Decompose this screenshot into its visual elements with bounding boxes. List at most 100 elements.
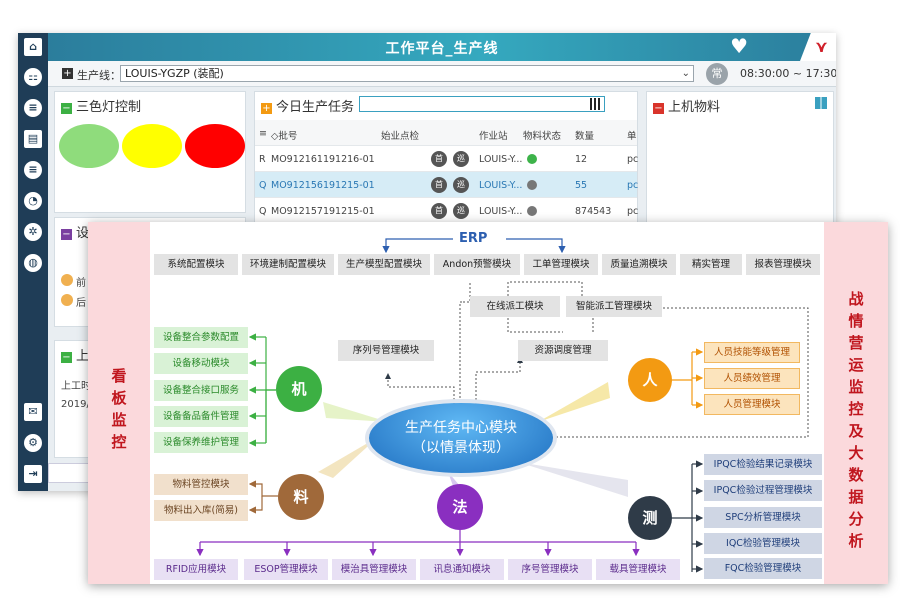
- person-module[interactable]: 人员管理模块: [704, 394, 800, 415]
- book-icon[interactable]: ▤: [24, 130, 42, 148]
- measure-module[interactable]: SPC分析管理模块: [704, 507, 822, 528]
- row-unit: pc: [627, 180, 639, 191]
- settings-item[interactable]: 前: [61, 274, 86, 289]
- sort-icon[interactable]: ≡: [259, 128, 267, 139]
- top-module[interactable]: Andon预警模块: [434, 254, 520, 275]
- production-line-value: LOUIS-YGZP (装配): [125, 67, 224, 80]
- table-row[interactable]: Q MO912156191215-01 首 巡 LOUIS-Y... 55 pc: [255, 172, 639, 198]
- table-row[interactable]: Q MO912157191215-01 首 巡 LOUIS-Y... 87454…: [255, 198, 638, 224]
- top-module[interactable]: 报表管理模块: [746, 254, 820, 275]
- material-status-dot: [527, 180, 537, 190]
- task-panel-title: + 今日生产任务: [261, 100, 355, 115]
- grid-icon[interactable]: ⚏: [24, 68, 42, 86]
- machine-node[interactable]: 机: [276, 366, 322, 412]
- logout-icon[interactable]: ⇥: [24, 465, 42, 483]
- production-line-select[interactable]: LOUIS-YGZP (装配) ⌄: [120, 65, 694, 82]
- layout-grid-icon[interactable]: [815, 97, 827, 109]
- resource-dispatch-module[interactable]: 资源调度管理: [518, 340, 608, 361]
- material-panel-title: − 上机物料: [653, 100, 721, 115]
- mail-icon[interactable]: ✉: [24, 403, 42, 421]
- erp-label: ERP: [459, 231, 488, 246]
- production-line-bar: + 生产线： LOUIS-YGZP (装配) ⌄ 常 08:30:00 ~ 17…: [48, 61, 836, 87]
- material-node[interactable]: 料: [278, 474, 324, 520]
- method-module[interactable]: ESOP管理模块: [244, 559, 328, 580]
- method-module[interactable]: 载具管理模块: [596, 559, 680, 580]
- patrol-check-button[interactable]: 巡: [453, 203, 469, 219]
- upper-panel-title: − 上: [61, 349, 90, 364]
- clock-icon[interactable]: ◔: [24, 192, 42, 210]
- method-module[interactable]: 序号管理模块: [508, 559, 592, 580]
- person-module[interactable]: 人员绩效管理: [704, 368, 800, 389]
- war-room-label: 战情营运监控及大数据分析: [848, 290, 864, 550]
- col-header[interactable]: 始业点检: [381, 128, 419, 142]
- qr-code-icon[interactable]: [590, 98, 602, 110]
- task-search-input[interactable]: [359, 96, 605, 112]
- method-node[interactable]: 法: [437, 484, 483, 530]
- top-module[interactable]: 系统配置模块: [154, 254, 238, 275]
- top-module[interactable]: 生产模型配置模块: [338, 254, 430, 275]
- method-module[interactable]: 讯息通知模块: [420, 559, 504, 580]
- table-row[interactable]: R MO912161191216-01 首 巡 LOUIS-Y... 12 pc: [255, 146, 638, 172]
- measure-module[interactable]: IPQC检验过程管理模块: [704, 480, 822, 501]
- top-module[interactable]: 精实管理: [680, 254, 742, 275]
- first-check-button[interactable]: 首: [431, 151, 447, 167]
- serial-number-module[interactable]: 序列号管理模块: [338, 340, 434, 361]
- list-icon[interactable]: ≡: [24, 99, 42, 117]
- collapse-icon[interactable]: −: [61, 103, 72, 114]
- method-module[interactable]: 模治具管理模块: [332, 559, 416, 580]
- col-header[interactable]: 数量: [575, 128, 594, 142]
- shift-badge[interactable]: 常: [706, 63, 728, 85]
- col-header[interactable]: 物料状态: [523, 128, 561, 142]
- production-task-center[interactable]: 生产任务中心模块 （以情景体现）: [369, 403, 553, 473]
- row-qty: 12: [575, 154, 588, 165]
- machine-module[interactable]: 设备整合参数配置: [154, 327, 248, 348]
- measure-module[interactable]: IPQC检验结果记录模块: [704, 454, 822, 475]
- plus-icon[interactable]: +: [62, 68, 73, 79]
- collapse-icon[interactable]: −: [653, 103, 664, 114]
- top-module[interactable]: 工单管理模块: [524, 254, 598, 275]
- first-check-button[interactable]: 首: [431, 203, 447, 219]
- settings-item[interactable]: 后: [61, 294, 86, 309]
- collapse-icon[interactable]: −: [61, 352, 72, 363]
- machine-module[interactable]: 设备移动模块: [154, 353, 248, 374]
- measure-module[interactable]: FQC检验管理模块: [704, 558, 822, 579]
- material-module[interactable]: 物料管控模块: [154, 474, 248, 495]
- machine-module[interactable]: 设备备品备件管理: [154, 406, 248, 427]
- smart-dispatch-module[interactable]: 智能派工管理模块: [566, 296, 662, 317]
- measure-node[interactable]: 测: [628, 496, 672, 540]
- person-node[interactable]: 人: [628, 358, 672, 402]
- top-module[interactable]: 环境建制配置模块: [242, 254, 334, 275]
- badge-icon: [61, 294, 73, 306]
- gear-icon[interactable]: ✲: [24, 223, 42, 241]
- green-lamp[interactable]: [59, 124, 119, 168]
- method-module[interactable]: RFID应用模块: [154, 559, 238, 580]
- heart-icon[interactable]: ♥: [730, 36, 748, 56]
- machine-module[interactable]: 设备整合接口服务: [154, 380, 248, 401]
- person-module[interactable]: 人员技能等级管理: [704, 342, 800, 363]
- material-status-dot: [527, 154, 537, 164]
- settings-panel-title: − 设: [61, 226, 90, 241]
- patrol-check-button[interactable]: 巡: [453, 151, 469, 167]
- col-header[interactable]: 作业站: [479, 128, 508, 142]
- row-qty: 55: [575, 180, 588, 191]
- badge-icon: [61, 274, 73, 286]
- collapse-icon[interactable]: −: [61, 229, 72, 240]
- patrol-check-button[interactable]: 巡: [453, 177, 469, 193]
- machine-module[interactable]: 设备保养维护管理: [154, 432, 248, 453]
- globe-icon[interactable]: ◍: [24, 254, 42, 272]
- top-module[interactable]: 质量追溯模块: [602, 254, 676, 275]
- red-lamp[interactable]: [185, 124, 245, 168]
- list-icon[interactable]: ≡: [24, 161, 42, 179]
- col-header[interactable]: 单: [627, 128, 637, 142]
- first-check-button[interactable]: 首: [431, 177, 447, 193]
- yellow-lamp[interactable]: [122, 124, 182, 168]
- measure-module[interactable]: IQC检验管理模块: [704, 533, 822, 554]
- material-module[interactable]: 物料出入库(简易): [154, 500, 248, 521]
- online-dispatch-module[interactable]: 在线派工模块: [470, 296, 560, 317]
- table-header: ≡ ◇批号 始业点检 作业站 物料状态 数量 单: [255, 120, 637, 146]
- col-header[interactable]: ◇批号: [271, 128, 297, 142]
- settings-icon[interactable]: ⚙: [24, 434, 42, 452]
- material-status-dot: [527, 206, 537, 216]
- plus-icon[interactable]: +: [261, 103, 272, 114]
- home-icon[interactable]: ⌂: [24, 38, 42, 56]
